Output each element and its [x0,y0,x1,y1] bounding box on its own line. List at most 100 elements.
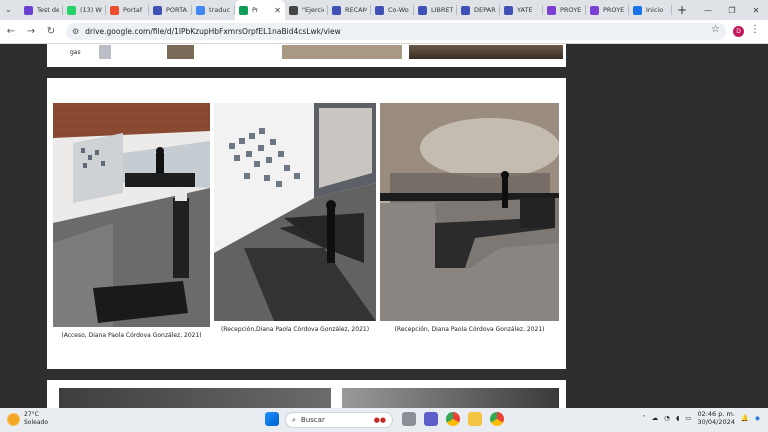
file-manager-icon[interactable] [402,412,416,426]
close-window-icon[interactable]: ✕ [744,0,768,20]
search-highlight-icon: ●● [373,416,386,424]
tab-close-icon[interactable]: ✕ [274,6,281,15]
browser-tab[interactable]: Inicio [629,0,672,20]
browser-tab[interactable]: PROYE [543,0,586,20]
tab-favicon-icon [332,5,341,15]
notification-bell-icon[interactable]: 🔔 [741,414,749,422]
reload-icon[interactable]: ↻ [42,23,60,41]
next-page-fragment [47,380,566,408]
window-controls: — ❐ ✕ [696,0,768,20]
photo-caption-recepcion-2: (Recepción, Diana Paola Córdova González… [394,326,545,333]
photo-caption-recepcion-1: (Recepción,Diana Paola Córdova González,… [220,326,370,333]
system-tray: ˄ ☁ ◔ ◖ ▭ 02:46 p. m. 30/04/2024 🔔 ◆ [642,410,760,426]
chevron-up-icon[interactable]: ˄ [642,414,645,422]
cloud-icon[interactable]: ☁ [652,414,659,422]
tab-label: traduc [209,6,231,14]
back-icon[interactable]: ← [2,23,20,41]
weather-temp: 27°C [24,411,39,418]
next-page-image-1 [59,388,331,408]
tab-label: PROYE [603,6,625,14]
tab-favicon-icon [590,5,599,15]
browser-tab[interactable]: YATE [500,0,543,20]
tab-favicon-icon [633,5,642,15]
browser-tab[interactable]: "Ejercic [285,0,328,20]
forward-icon[interactable]: → [22,23,40,41]
tab-label: (13) W [80,6,102,14]
tab-favicon-icon [375,5,384,15]
fragment-image-2 [167,45,194,59]
browser-tab[interactable]: Co-Wo [371,0,414,20]
fragment-image-4 [409,45,563,59]
copilot-icon[interactable]: ◆ [755,414,760,422]
search-placeholder: Buscar [300,416,325,424]
tab-favicon-icon [418,5,427,15]
minimize-icon[interactable]: — [696,0,720,20]
photo-acceso [53,103,210,327]
photo-caption-acceso: (Acceso, Diana Paola Córdova González, 2… [61,332,202,339]
fragment-image-1 [99,45,111,59]
tab-search-icon[interactable]: ⌄ [5,5,12,14]
tab-label: Pr [252,6,259,14]
browser-tab[interactable]: traduc [192,0,235,20]
photo-recepcion-1 [214,103,376,321]
browser-menu-icon[interactable]: ⋮ [750,24,760,35]
address-bar[interactable]: ⚙ drive.google.com/file/d/1lPbKzupHbFxmr… [66,23,726,40]
weather-desc: Soleado [24,419,48,426]
previous-page-fragment: gas [47,44,566,67]
tab-favicon-icon [547,5,556,15]
search-icon: ⌕ [292,415,296,424]
tab-favicon-icon [504,5,513,15]
url-text: drive.google.com/file/d/1lPbKzupHbFxmrsO… [85,27,341,36]
site-info-icon[interactable]: ⚙ [72,27,79,36]
browser-tab[interactable]: (13) W [63,0,106,20]
photo-recepcion-2-image [380,103,559,321]
tab-favicon-icon [153,5,162,15]
tab-label: "Ejercic [302,6,324,14]
browser-tab[interactable]: Portaf [106,0,149,20]
weather-widget[interactable]: 27°C Soleado [8,411,48,427]
bookmark-star-icon[interactable]: ☆ [711,24,720,35]
folder-icon[interactable] [468,412,482,426]
browser-tab[interactable]: Pr ✕ [235,0,285,20]
chrome-profile-icon[interactable] [490,412,504,426]
tab-label: Co-Wo [388,6,409,14]
tab-favicon-icon [196,5,205,15]
tab-strip: ⌄ Test de (13) W Portaf PORTA traduc Pr ✕ "Ejer… [0,0,768,20]
photo-acceso-image [53,103,210,327]
volume-icon[interactable]: ◖ [676,414,679,422]
tab-label: Inicio [646,6,664,14]
tab-label: PROYE [560,6,582,14]
document-page: (Acceso, Diana Paola Córdova González, 2… [47,78,566,369]
photo-recepcion-2 [380,103,559,321]
tab-favicon-icon [461,5,470,15]
battery-icon[interactable]: ▭ [685,414,691,422]
profile-avatar[interactable]: D [733,26,744,37]
tab-label: PORTA [166,6,187,14]
tab-favicon-icon [289,5,298,15]
drive-pdf-viewer[interactable]: gas (Acceso, Diana Paola Córdova Gonzále… [0,44,768,408]
maximize-icon[interactable]: ❐ [720,0,744,20]
tab-label: Test de [37,6,59,14]
browser-tab[interactable]: DEPAR [457,0,500,20]
next-page-image-2 [342,388,559,408]
fragment-image-3 [282,45,402,59]
tab-favicon-icon [24,5,33,15]
chrome-icon[interactable] [446,412,460,426]
tab-label: DEPAR [474,6,496,14]
tab-favicon-icon [239,5,248,15]
sun-icon [8,413,19,425]
start-menu-icon[interactable] [265,412,279,426]
browser-toolbar: ← → ↻ ⚙ drive.google.com/file/d/1lPbKzup… [0,20,768,44]
taskbar-search[interactable]: ⌕ Buscar ●● [285,412,393,428]
browser-tab[interactable]: Test de [20,0,63,20]
clock[interactable]: 02:46 p. m. 30/04/2024 [697,410,734,426]
browser-tab[interactable]: PORTA [149,0,192,20]
browser-tab[interactable]: RECAM [328,0,371,20]
tab-favicon-icon [67,5,76,15]
teams-icon[interactable] [424,412,438,426]
browser-tab[interactable]: PROYE [586,0,629,20]
wifi-icon[interactable]: ◔ [664,414,670,422]
tab-label: YATE [517,6,533,14]
new-tab-icon[interactable]: + [672,3,692,17]
browser-tab[interactable]: LIBRET [414,0,457,20]
